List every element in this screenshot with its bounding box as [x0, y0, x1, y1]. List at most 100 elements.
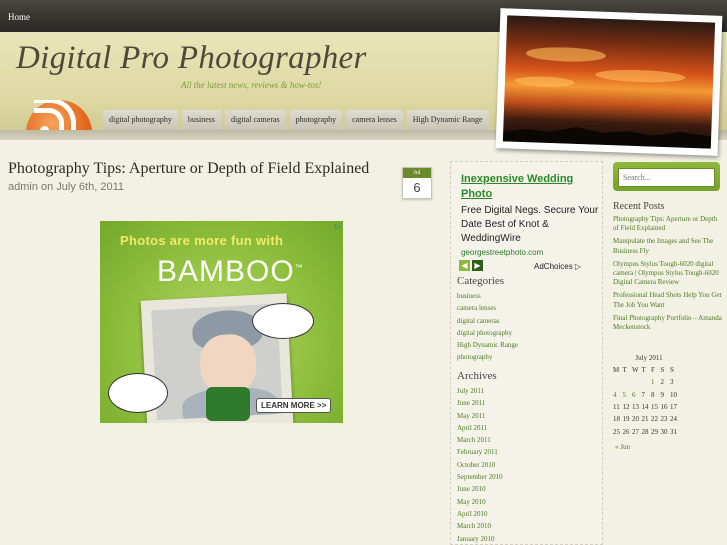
recent-post-link[interactable]: Olympus Stylus Tough-6020 digital camera… — [613, 260, 723, 288]
nav-tab-camera-lenses[interactable]: camera lenses — [346, 110, 403, 130]
text-ad-body: Free Digital Negs. Secure Your Date Best… — [461, 205, 599, 244]
calendar-day: 24 — [670, 415, 677, 424]
search-widget — [613, 162, 720, 191]
category-link[interactable]: camera lenses — [457, 302, 518, 314]
date-day: 6 — [413, 180, 421, 195]
search-input[interactable] — [618, 168, 715, 187]
nav-tab-digital-photography[interactable]: digital photography — [103, 110, 178, 130]
ad-prev-arrow-icon[interactable]: ◀ — [459, 260, 470, 271]
weekday-label: S — [660, 366, 665, 375]
text-ad-url[interactable]: georgestreetphoto.com — [461, 248, 601, 257]
calendar-prev-month-link[interactable]: « Jun — [615, 443, 630, 451]
recent-post-link[interactable]: Professional Head Shots Help You Get The… — [613, 291, 723, 309]
home-link[interactable]: Home — [8, 12, 30, 22]
ad-learn-more-button[interactable]: LEARN MORE >> — [256, 398, 332, 413]
archive-link[interactable]: April 2011 — [457, 422, 503, 434]
calendar-week: 25 26 27 28 29 30 31 — [613, 425, 680, 437]
bamboo-banner-ad[interactable]: Photos are more fun with BAMBOO™ LEARN M… — [100, 221, 343, 423]
recent-posts-list: Photography Tips: Aperture or Depth of F… — [613, 215, 723, 336]
category-link[interactable]: digital photography — [457, 327, 518, 339]
archives-heading: Archives — [457, 370, 497, 382]
adchoices-corner-icon[interactable]: ▷ — [335, 222, 341, 231]
nav-tab-high-dynamic-range[interactable]: High Dynamic Range — [406, 110, 489, 130]
post-meta: admin on July 6th, 2011 — [8, 181, 124, 193]
calendar-week: 18 19 20 21 22 23 24 — [613, 413, 680, 425]
date-month: Jul — [403, 168, 431, 178]
calendar-day: 16 — [660, 403, 668, 412]
category-link[interactable]: business — [457, 290, 518, 302]
site-title[interactable]: Digital Pro Photographer — [16, 40, 367, 77]
archive-link[interactable]: June 2011 — [457, 397, 503, 409]
archive-link[interactable]: October 2010 — [457, 459, 503, 471]
silhouette-hills — [503, 117, 712, 148]
ad-thought-bubble — [108, 373, 168, 413]
calendar-day[interactable]: 6 — [632, 389, 642, 401]
archive-link[interactable]: September 2010 — [457, 471, 503, 483]
calendar: M T W T F S S 1 2 3 4 5 6 7 8 9 10 11 12… — [613, 364, 680, 438]
calendar-day[interactable]: 5 — [623, 389, 633, 401]
archives-list: July 2011 June 2011 May 2011 April 2011 … — [457, 385, 503, 545]
archive-link[interactable]: May 2011 — [457, 410, 503, 422]
archive-link[interactable]: March 2010 — [457, 520, 503, 532]
archive-link[interactable]: March 2011 — [457, 434, 503, 446]
ad-next-arrow-icon[interactable]: ▶ — [472, 260, 483, 271]
recent-posts-heading: Recent Posts — [613, 201, 665, 212]
calendar-day: 25 — [613, 427, 620, 436]
archive-link[interactable]: July 2011 — [457, 385, 503, 397]
nav-tab-digital-cameras[interactable]: digital cameras — [225, 110, 286, 130]
weekday-label: W — [632, 366, 639, 375]
post-title[interactable]: Photography Tips: Aperture or Depth of F… — [8, 160, 369, 178]
calendar-day: 7 — [641, 390, 646, 399]
cloud — [595, 68, 686, 84]
date-badge: Jul 6 — [402, 167, 432, 199]
calendar-day[interactable]: 1 — [651, 376, 661, 388]
categories-heading: Categories — [457, 275, 505, 287]
weekday-label: F — [651, 366, 655, 375]
calendar-day: 28 — [641, 427, 649, 436]
calendar-day: 15 — [651, 403, 658, 412]
ad-navigation: ◀ ▶ — [459, 260, 483, 271]
ad-trademark: ™ — [294, 263, 304, 272]
archive-link[interactable]: May 2010 — [457, 496, 503, 508]
calendar-day: 29 — [651, 427, 658, 436]
calendar-day[interactable]: 4 — [613, 389, 623, 401]
category-link[interactable]: digital cameras — [457, 315, 518, 327]
ad-headline: Photos are more fun with — [120, 233, 284, 248]
calendar-day: 23 — [660, 415, 668, 424]
header-sunset-photo — [495, 8, 723, 156]
category-link[interactable]: photography — [457, 351, 518, 363]
calendar-day: 21 — [641, 415, 649, 424]
calendar-day: 3 — [670, 378, 674, 387]
weekday-label: M — [613, 366, 620, 375]
recent-post-link[interactable]: Final Photography Portfolio – Amanda Mec… — [613, 314, 723, 332]
weekday-label: T — [622, 366, 627, 375]
calendar-weekday-row: M T W T F S S — [613, 364, 680, 376]
calendar-day: 2 — [660, 378, 665, 387]
categories-list: business camera lenses digital cameras d… — [457, 290, 518, 364]
category-link[interactable]: High Dynamic Range — [457, 339, 518, 351]
calendar-day: 22 — [651, 415, 658, 424]
calendar-day — [632, 376, 642, 388]
archive-link[interactable]: February 2011 — [457, 446, 503, 458]
calendar-day: 9 — [660, 390, 665, 399]
cloud — [525, 46, 607, 63]
calendar-day — [623, 376, 633, 388]
calendar-day: 11 — [613, 403, 620, 412]
archive-link[interactable]: June 2010 — [457, 483, 503, 495]
archive-link[interactable]: January 2010 — [457, 533, 503, 545]
nav-tab-photography[interactable]: photography — [289, 110, 343, 130]
calendar-day: 30 — [660, 427, 668, 436]
text-ad-title[interactable]: Inexpensive Wedding Photo — [461, 172, 601, 202]
calendar-day: 12 — [622, 403, 630, 412]
recent-post-link[interactable]: Manipulate the Images and See The Busine… — [613, 237, 723, 255]
sunset-sky — [502, 15, 716, 149]
archive-link[interactable]: April 2010 — [457, 508, 503, 520]
calendar-day: 13 — [632, 403, 639, 412]
calendar-week: 11 12 13 14 15 16 17 — [613, 401, 680, 413]
calendar-day: 20 — [632, 415, 639, 424]
recent-post-link[interactable]: Photography Tips: Aperture or Depth of F… — [613, 215, 723, 233]
calendar-day: 31 — [670, 427, 677, 436]
nav-tab-business[interactable]: business — [181, 110, 222, 130]
calendar-day: 14 — [641, 403, 649, 412]
adchoices-link[interactable]: AdChoices ▷ — [534, 262, 581, 271]
